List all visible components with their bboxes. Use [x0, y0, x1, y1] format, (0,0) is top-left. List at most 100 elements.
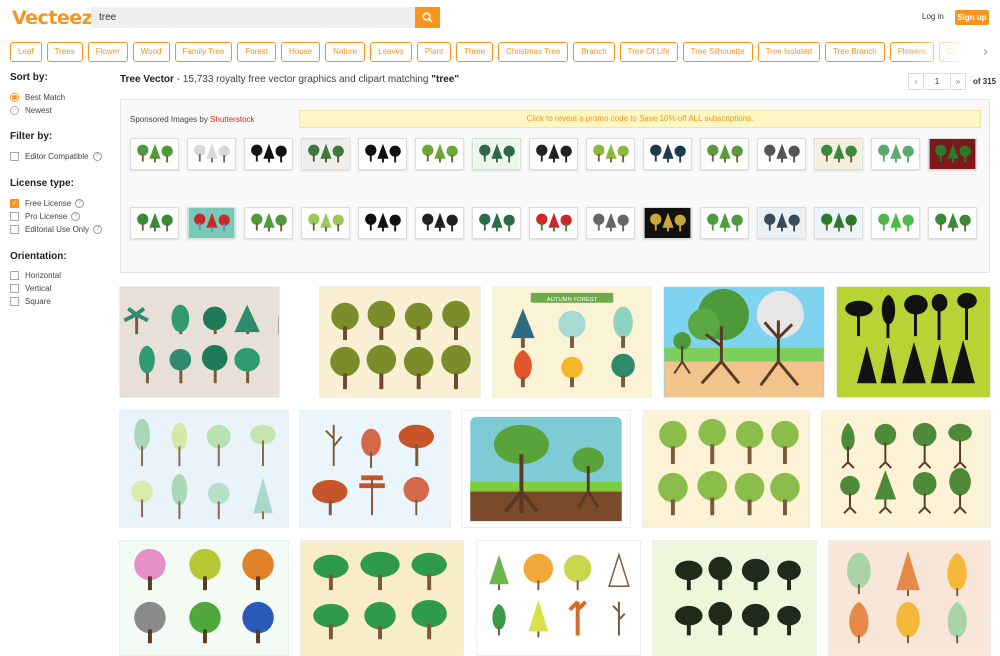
sponsored-thumbnail[interactable]: [871, 138, 920, 170]
sponsored-thumbnail[interactable]: [244, 138, 293, 170]
tag-three[interactable]: Three: [456, 42, 494, 62]
header: Vecteezy Log in Sign up: [0, 0, 1000, 36]
sponsored-thumbnail[interactable]: [586, 207, 635, 239]
sponsored-thumbnail[interactable]: [529, 138, 578, 170]
sponsored-thumbnail[interactable]: [529, 207, 578, 239]
shutterstock-link[interactable]: Shutterstock: [210, 115, 254, 124]
sponsored-thumbnail[interactable]: [814, 207, 863, 239]
orientation-options-vertical[interactable]: Vertical: [10, 282, 115, 295]
sort-options-best-match[interactable]: Best Match: [10, 91, 115, 104]
sponsored-thumbnail[interactable]: [643, 207, 692, 239]
sponsored-thumbnail[interactable]: [415, 207, 464, 239]
sponsored-thumbnail[interactable]: [643, 138, 692, 170]
sponsored-thumbnail[interactable]: [586, 138, 635, 170]
tag-flower[interactable]: Flower: [87, 42, 128, 62]
result-image[interactable]: [119, 286, 280, 398]
orientation-options-square[interactable]: Square: [10, 295, 115, 308]
checkbox[interactable]: ✓: [10, 199, 19, 208]
tag-tree-silhouette[interactable]: Tree Silhouette: [682, 42, 753, 62]
result-image[interactable]: [300, 540, 464, 656]
result-image[interactable]: [119, 410, 289, 528]
sort-options-newest[interactable]: Newest: [10, 104, 115, 117]
result-image[interactable]: [119, 540, 289, 656]
sponsored-thumbnail[interactable]: [700, 207, 749, 239]
help-icon[interactable]: ?: [71, 212, 81, 221]
tag-flowers[interactable]: Flowers: [889, 42, 934, 62]
tag-wood[interactable]: Wood: [132, 42, 170, 62]
result-image[interactable]: [299, 410, 451, 528]
tag-christmas-tree[interactable]: Christmas Tree: [498, 42, 569, 62]
tag-tree-isolated[interactable]: Tree Isolated: [757, 42, 820, 62]
sponsored-thumbnail[interactable]: [358, 207, 407, 239]
sponsored-thumbnail[interactable]: [301, 207, 350, 239]
sponsored-thumbnail[interactable]: [757, 207, 806, 239]
license-options-pro-license[interactable]: Pro License?: [10, 210, 115, 223]
filter-options-editor-compatible[interactable]: Editor Compatible?: [10, 150, 115, 163]
search-input[interactable]: [91, 7, 416, 28]
tag-house[interactable]: House: [280, 42, 321, 62]
sponsored-thumbnail[interactable]: [187, 138, 236, 170]
license-options-editorial-use-only[interactable]: Editorial Use Only?: [10, 223, 115, 236]
help-icon[interactable]: ?: [93, 225, 103, 234]
promo-code-banner[interactable]: Click to reveal a promo code to Save 10%…: [299, 110, 981, 128]
radio-button[interactable]: [10, 93, 19, 102]
result-image[interactable]: [319, 286, 481, 398]
license-options-free-license[interactable]: ✓ Free License?: [10, 197, 115, 210]
sponsored-label: Sponsored Images by Shutterstock: [130, 115, 255, 124]
checkbox[interactable]: [10, 297, 19, 306]
tag-trees[interactable]: Trees: [46, 42, 83, 62]
sponsored-thumbnail[interactable]: [700, 138, 749, 170]
result-image[interactable]: [828, 540, 991, 656]
sponsored-thumbnail[interactable]: [928, 207, 977, 239]
help-icon[interactable]: ?: [75, 199, 85, 208]
tag-leaves[interactable]: Leaves: [370, 42, 412, 62]
sponsored-row-2: [130, 207, 985, 239]
sponsored-thumbnail[interactable]: [472, 138, 521, 170]
sponsored-thumbnail[interactable]: [757, 138, 806, 170]
checkbox[interactable]: [10, 152, 19, 161]
chevron-right-icon[interactable]: ›: [983, 44, 995, 60]
search-button[interactable]: [415, 7, 440, 28]
tag-christmas-tree[interactable]: Christmas Tree: [938, 42, 980, 62]
tag-family-tree[interactable]: Family Tree: [174, 42, 233, 62]
orientation-options-horizontal[interactable]: Horizontal: [10, 269, 115, 282]
page-number-input[interactable]: 1: [924, 73, 950, 90]
checkbox[interactable]: [10, 212, 19, 221]
orientation-heading: Orientation:: [10, 251, 67, 262]
login-link[interactable]: Log in: [922, 12, 944, 21]
result-image[interactable]: [663, 286, 825, 398]
tag-forest[interactable]: Forest: [237, 42, 276, 62]
next-page-button[interactable]: »: [950, 73, 966, 90]
sponsored-thumbnail[interactable]: [928, 138, 977, 170]
result-image[interactable]: [821, 410, 991, 528]
sponsored-thumbnail[interactable]: [415, 138, 464, 170]
sponsored-thumbnail[interactable]: [871, 207, 920, 239]
checkbox[interactable]: [10, 271, 19, 280]
tag-branch[interactable]: Branch: [573, 42, 615, 62]
result-image[interactable]: [461, 410, 631, 528]
help-icon[interactable]: ?: [92, 152, 102, 161]
result-image[interactable]: AUTUMN FOREST: [492, 286, 652, 398]
result-image[interactable]: [642, 410, 810, 528]
sponsored-thumbnail[interactable]: [301, 138, 350, 170]
checkbox[interactable]: [10, 284, 19, 293]
sponsored-thumbnail[interactable]: [187, 207, 236, 239]
prev-page-button[interactable]: ‹: [908, 73, 924, 90]
sponsored-thumbnail[interactable]: [130, 138, 179, 170]
tag-tree-branch[interactable]: Tree Branch: [824, 42, 885, 62]
radio-button[interactable]: [10, 106, 19, 115]
result-image[interactable]: [836, 286, 991, 398]
tag-nature[interactable]: Nature: [325, 42, 366, 62]
result-image[interactable]: [652, 540, 817, 656]
tag-leaf[interactable]: Leaf: [10, 42, 42, 62]
tag-plant[interactable]: Plant: [416, 42, 452, 62]
signup-button[interactable]: Sign up: [955, 10, 989, 25]
result-image[interactable]: [476, 540, 641, 656]
sponsored-thumbnail[interactable]: [814, 138, 863, 170]
sponsored-thumbnail[interactable]: [130, 207, 179, 239]
sponsored-thumbnail[interactable]: [358, 138, 407, 170]
sponsored-thumbnail[interactable]: [472, 207, 521, 239]
tag-tree-of-life[interactable]: Tree Of Life: [619, 42, 678, 62]
checkbox[interactable]: [10, 225, 19, 234]
sponsored-thumbnail[interactable]: [244, 207, 293, 239]
